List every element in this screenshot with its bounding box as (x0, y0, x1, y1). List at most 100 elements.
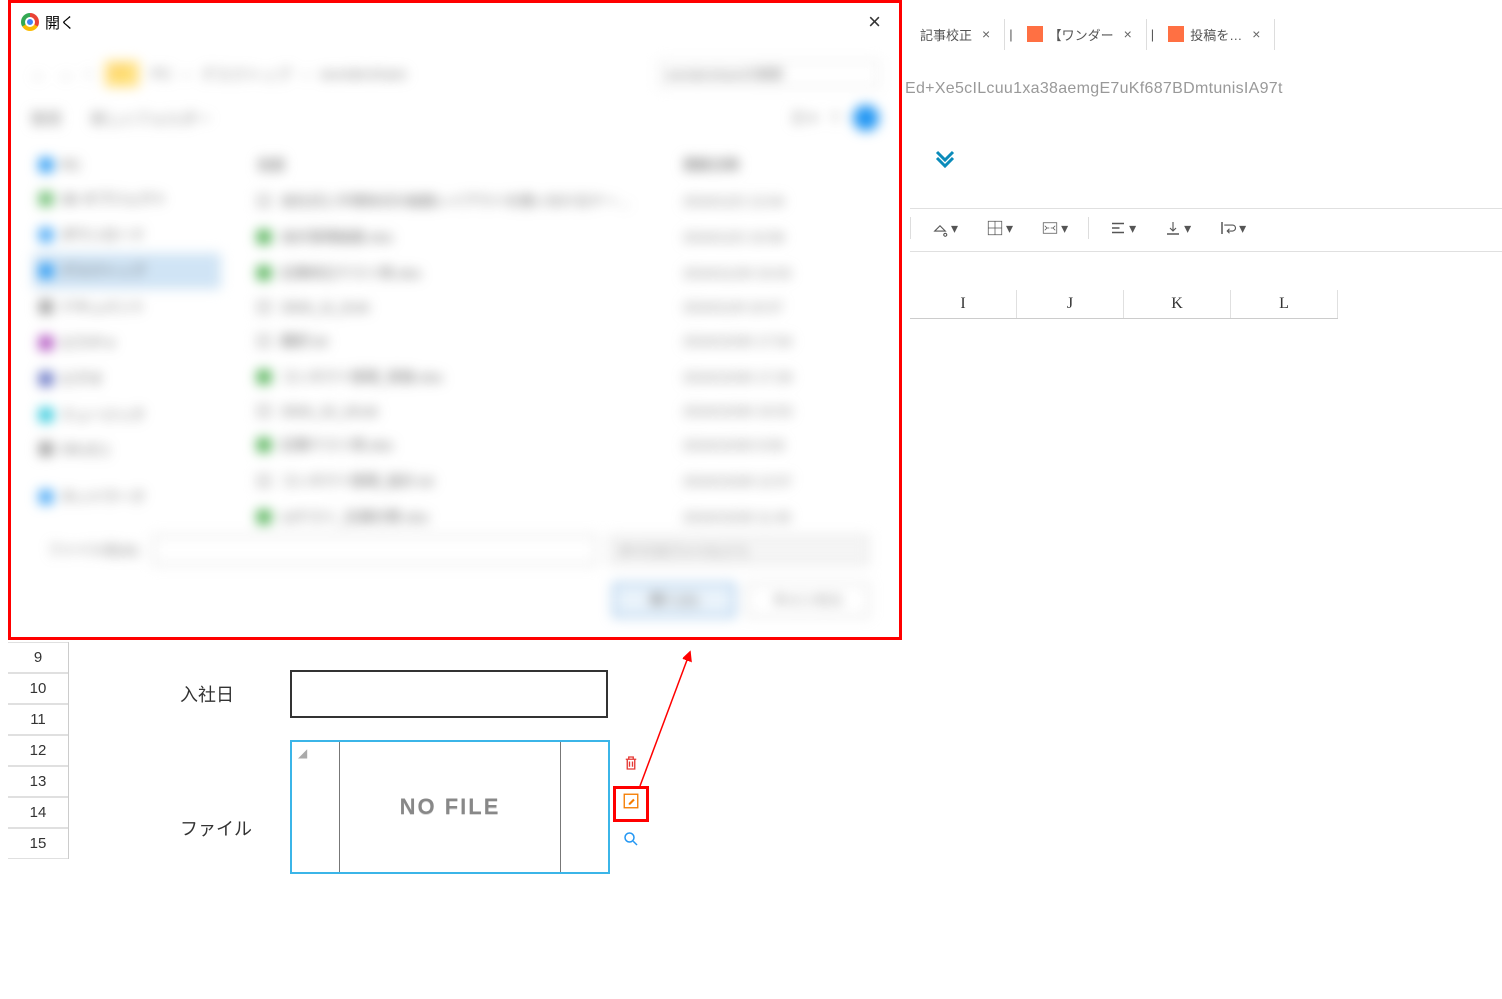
trash-icon (622, 754, 640, 772)
nav-forward-icon[interactable]: → (58, 66, 73, 83)
row-header[interactable]: 14 (8, 797, 68, 828)
column-header[interactable]: J (1017, 290, 1124, 318)
delete-button[interactable] (620, 752, 642, 774)
filename-input[interactable] (153, 535, 597, 565)
file-type-icon (257, 438, 271, 452)
dialog-title: 開く (45, 12, 75, 33)
file-date: 2024/10/30 9:59 (683, 437, 863, 453)
file-date: 2024/10/30 15:53 (683, 403, 863, 419)
form-row-file: ファイル ◢ NO FILE (180, 740, 610, 874)
close-icon[interactable]: × (1120, 26, 1136, 42)
breadcrumb-item[interactable]: デスクトップ (201, 64, 291, 85)
file-row[interactable]: 記事修正テスト用.xlsx2024/11/29 15:03 (247, 255, 873, 291)
sidebar-item-pc[interactable]: PC (33, 149, 221, 181)
file-row[interactable]: 記事テスト用.xlsx 2024/10/30 9:59 (247, 427, 873, 463)
dropdown-caret-icon: ▾ (1006, 220, 1013, 237)
browser-tab[interactable]: 【ワンダー × (1017, 19, 1147, 50)
open-button[interactable]: 開く(O) (613, 583, 735, 617)
valign-button[interactable]: ▾ (1156, 215, 1199, 241)
merge-cells-button[interactable]: ▾ (1033, 215, 1076, 241)
file-row[interactable]: 会計管理画面.xlsx2024/12/2 10:58 (247, 219, 873, 255)
help-icon[interactable]: ? (831, 110, 839, 127)
file-name: 会社式と半導体式の画面レイアウトを使い分けるケー… (281, 191, 673, 211)
file-name: 2024_10_16.txt (281, 403, 673, 419)
sidebar-item-drive-c[interactable]: OS (C:) (33, 433, 221, 465)
file-date: 2024/11/8 10:07 (683, 299, 863, 315)
sidebar-item-documents[interactable]: ドキュメント (33, 289, 221, 325)
column-date-header[interactable]: 更新日時 (683, 155, 863, 175)
column-header[interactable]: I (910, 290, 1017, 318)
file-row[interactable]: 2024_10_16.txt 2024/10/30 15:53 (247, 395, 873, 427)
file-row[interactable]: コンタクト管理_実施.xlsx2024/10/30 17:28 (247, 359, 873, 395)
dialog-filename-row: ファイル名(N): すべてのファイル (*.*) (27, 505, 883, 575)
filename-label: ファイル名(N): (41, 540, 141, 560)
user-avatar-icon[interactable] (853, 105, 879, 131)
form-row-hire-date: 入社日 (180, 670, 608, 718)
border-button[interactable]: ▾ (978, 215, 1021, 241)
sidebar-item-music[interactable]: ミュージック (33, 397, 221, 433)
border-icon (986, 219, 1004, 237)
folder-icon: 📁 (105, 61, 140, 87)
expand-chevron-icon[interactable] (935, 148, 955, 174)
hire-date-input[interactable] (290, 670, 608, 718)
file-row[interactable]: 翻訳.txt2024/10/30 17:54 (247, 323, 873, 359)
view-options-icon[interactable]: ☰ ▾ (792, 109, 817, 127)
file-type-icon (257, 194, 271, 208)
wrap-button[interactable]: ▾ (1211, 215, 1254, 241)
url-bar-fragment[interactable]: Ed+Xe5cILcuu1xa38aemgE7uKf687BDmtunisIA9… (905, 80, 1283, 98)
file-cell-right-segment (560, 742, 608, 872)
row-header[interactable]: 11 (8, 704, 68, 735)
organize-button[interactable]: 整理 (31, 108, 61, 129)
no-file-label: NO FILE (340, 742, 560, 872)
fill-color-button[interactable]: ▾ (923, 215, 966, 241)
text-wrap-icon (1219, 219, 1237, 237)
new-folder-button[interactable]: 新しいフォルダー (91, 108, 211, 129)
dropdown-caret-icon: ▾ (1184, 220, 1191, 237)
close-icon[interactable]: × (1248, 26, 1264, 42)
sidebar-item-pictures[interactable]: ピクチャ (33, 325, 221, 361)
file-row[interactable]: 2024_11_8.txt2024/11/8 10:07 (247, 291, 873, 323)
dropdown-caret-icon: ▾ (1239, 220, 1246, 237)
file-list-headers: 名前 更新日時 (247, 147, 873, 183)
magnify-icon (622, 830, 640, 848)
sidebar-item-videos[interactable]: ビデオ (33, 361, 221, 397)
nav-back-icon[interactable]: ← (31, 66, 46, 83)
browser-tab[interactable]: 投稿を… × (1158, 19, 1275, 50)
close-icon[interactable]: × (978, 26, 994, 42)
file-name: 記事テスト用.xlsx (281, 435, 673, 455)
close-button[interactable]: × (860, 9, 889, 35)
cancel-button[interactable]: キャンセル (747, 583, 869, 617)
file-name: 翻訳.txt (281, 331, 673, 351)
search-input[interactable] (659, 61, 879, 87)
nav-up-icon[interactable]: ↑ (85, 66, 93, 83)
row-header[interactable]: 15 (8, 828, 68, 859)
row-header[interactable]: 10 (8, 673, 68, 704)
column-header[interactable]: K (1124, 290, 1231, 318)
column-name-header[interactable]: 名前 (257, 155, 683, 175)
preview-button[interactable] (620, 828, 642, 850)
column-header[interactable]: L (1231, 290, 1338, 318)
align-button[interactable]: ▾ (1101, 215, 1144, 241)
sidebar-item-desktop[interactable]: デスクトップ (33, 253, 221, 289)
drag-handle-icon[interactable]: ◢ (298, 746, 307, 760)
file-attachment-cell[interactable]: ◢ NO FILE (290, 740, 610, 874)
file-row[interactable]: コンタクト管理_設計.txt2024/10/28 12:57 (247, 463, 873, 499)
file-open-dialog: 開く × ← → ↑ 📁 PC › デスクトップ › wondershare 整… (8, 0, 902, 640)
favicon-icon (1027, 26, 1043, 42)
formatting-toolbar: ▾ ▾ ▾ ▾ ▾ ▾ (910, 208, 1502, 252)
row-header[interactable]: 9 (8, 642, 68, 673)
dropdown-caret-icon: ▾ (1061, 220, 1068, 237)
browser-tab[interactable]: 記事校正 × (910, 19, 1005, 50)
align-left-icon (1109, 219, 1127, 237)
filetype-select[interactable]: すべてのファイル (*.*) (609, 535, 869, 565)
row-header[interactable]: 12 (8, 735, 68, 766)
row-header[interactable]: 13 (8, 766, 68, 797)
tab-separator: | (1151, 27, 1154, 42)
breadcrumb-item[interactable]: wondershare (320, 66, 407, 83)
file-date: 2024/10/28 12:57 (683, 473, 863, 489)
sidebar-item-downloads[interactable]: ダウンロード (33, 217, 221, 253)
file-type-icon (257, 266, 271, 280)
breadcrumb-item[interactable]: PC (151, 66, 172, 83)
file-row[interactable]: 会社式と半導体式の画面レイアウトを使い分けるケー…2024/12/2 12:04 (247, 183, 873, 219)
sidebar-item-3d[interactable]: 3D オブジェクト (33, 181, 221, 217)
